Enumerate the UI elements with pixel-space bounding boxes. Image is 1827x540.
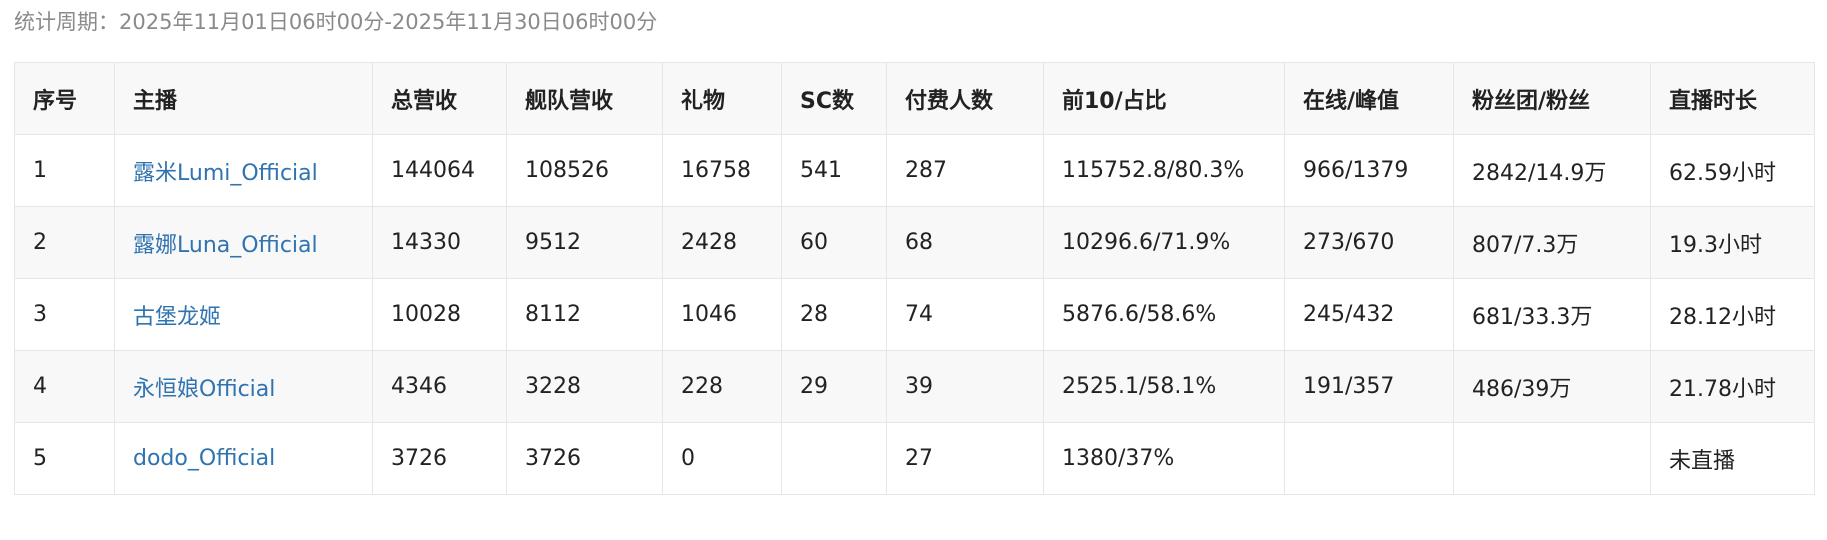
cell-sc-count: 60: [781, 206, 887, 279]
cell-gifts: 0: [662, 422, 782, 495]
streamer-link[interactable]: 露米Lumi_Official: [114, 134, 373, 207]
cell-fleet-revenue: 108526: [506, 134, 663, 207]
cell-online-peak: 191/357: [1284, 350, 1454, 423]
cell-paying-users: 68: [886, 206, 1044, 279]
cell-stream-duration: 28.12小时: [1650, 278, 1815, 351]
streamer-link[interactable]: 永恒娘Official: [114, 350, 373, 423]
cell-online-peak: 966/1379: [1284, 134, 1454, 207]
cell-fanclub-fans: 681/33.3万: [1453, 278, 1651, 351]
cell-index: 4: [14, 350, 115, 423]
cell-top10-ratio: 2525.1/58.1%: [1043, 350, 1285, 423]
cell-stream-duration: 21.78小时: [1650, 350, 1815, 423]
cell-gifts: 1046: [662, 278, 782, 351]
cell-fleet-revenue: 3726: [506, 422, 663, 495]
table-row: 5 dodo_Official 3726 3726 0 27 1380/37% …: [14, 422, 1815, 495]
cell-fleet-revenue: 9512: [506, 206, 663, 279]
cell-fleet-revenue: 3228: [506, 350, 663, 423]
header-stream-duration: 直播时长: [1650, 62, 1815, 135]
cell-online-peak: 245/432: [1284, 278, 1454, 351]
header-total-revenue: 总营收: [372, 62, 507, 135]
cell-sc-count: [781, 422, 887, 495]
streamer-link[interactable]: 露娜Luna_Official: [114, 206, 373, 279]
header-paying-users: 付费人数: [886, 62, 1044, 135]
cell-top10-ratio: 10296.6/71.9%: [1043, 206, 1285, 279]
table-row: 4 永恒娘Official 4346 3228 228 29 39 2525.1…: [14, 350, 1815, 423]
cell-top10-ratio: 115752.8/80.3%: [1043, 134, 1285, 207]
table-row: 2 露娜Luna_Official 14330 9512 2428 60 68 …: [14, 206, 1815, 279]
streamer-link[interactable]: dodo_Official: [114, 422, 373, 495]
cell-fanclub-fans: 2842/14.9万: [1453, 134, 1651, 207]
cell-sc-count: 29: [781, 350, 887, 423]
cell-total-revenue: 10028: [372, 278, 507, 351]
cell-fanclub-fans: 807/7.3万: [1453, 206, 1651, 279]
cell-top10-ratio: 5876.6/58.6%: [1043, 278, 1285, 351]
header-fleet-revenue: 舰队营收: [506, 62, 663, 135]
table-header-row: 序号 主播 总营收 舰队营收 礼物 SC数 付费人数 前10/占比 在线/峰值 …: [14, 62, 1815, 135]
cell-total-revenue: 3726: [372, 422, 507, 495]
cell-fanclub-fans: 486/39万: [1453, 350, 1651, 423]
cell-index: 5: [14, 422, 115, 495]
cell-fleet-revenue: 8112: [506, 278, 663, 351]
header-fanclub-fans: 粉丝团/粉丝: [1453, 62, 1651, 135]
cell-paying-users: 39: [886, 350, 1044, 423]
cell-stream-duration: 19.3小时: [1650, 206, 1815, 279]
header-gifts: 礼物: [662, 62, 782, 135]
cell-total-revenue: 144064: [372, 134, 507, 207]
cell-paying-users: 27: [886, 422, 1044, 495]
cell-top10-ratio: 1380/37%: [1043, 422, 1285, 495]
cell-paying-users: 74: [886, 278, 1044, 351]
cell-total-revenue: 14330: [372, 206, 507, 279]
cell-index: 1: [14, 134, 115, 207]
streamer-link[interactable]: 古堡龙姬: [114, 278, 373, 351]
cell-online-peak: 273/670: [1284, 206, 1454, 279]
table-row: 3 古堡龙姬 10028 8112 1046 28 74 5876.6/58.6…: [14, 278, 1815, 351]
cell-gifts: 228: [662, 350, 782, 423]
header-index: 序号: [14, 62, 115, 135]
cell-fanclub-fans: [1453, 422, 1651, 495]
cell-sc-count: 541: [781, 134, 887, 207]
cell-total-revenue: 4346: [372, 350, 507, 423]
header-sc-count: SC数: [781, 62, 887, 135]
cell-stream-duration: 未直播: [1650, 422, 1815, 495]
cell-index: 3: [14, 278, 115, 351]
cell-index: 2: [14, 206, 115, 279]
header-streamer: 主播: [114, 62, 373, 135]
cell-online-peak: [1284, 422, 1454, 495]
header-top10-ratio: 前10/占比: [1043, 62, 1285, 135]
cell-stream-duration: 62.59小时: [1650, 134, 1815, 207]
cell-gifts: 2428: [662, 206, 782, 279]
cell-sc-count: 28: [781, 278, 887, 351]
cell-paying-users: 287: [886, 134, 1044, 207]
streamer-revenue-table: 序号 主播 总营收 舰队营收 礼物 SC数 付费人数 前10/占比 在线/峰值 …: [14, 62, 1815, 495]
statistics-period: 统计周期：2025年11月01日06时00分-2025年11月30日06时00分: [14, 10, 658, 34]
header-online-peak: 在线/峰值: [1284, 62, 1454, 135]
table-row: 1 露米Lumi_Official 144064 108526 16758 54…: [14, 134, 1815, 207]
cell-gifts: 16758: [662, 134, 782, 207]
